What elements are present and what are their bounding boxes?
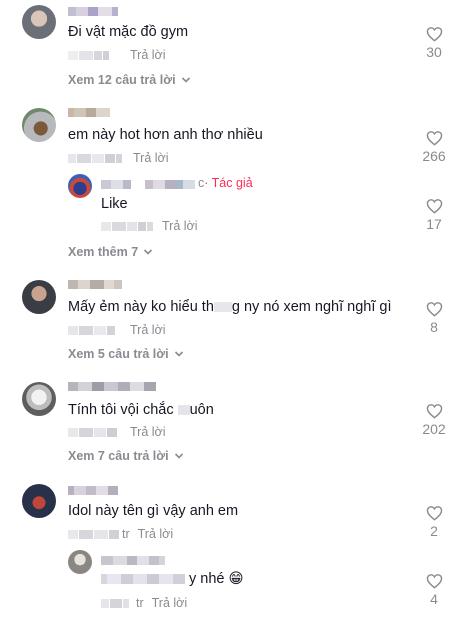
- chevron-down-icon: [181, 77, 190, 83]
- like-count: 8: [430, 319, 438, 335]
- like-button[interactable]: 202: [414, 403, 454, 437]
- reply-avatar[interactable]: [68, 550, 92, 574]
- username-blurred[interactable]: [68, 280, 122, 290]
- view-more-label: Xem thêm 7: [68, 245, 139, 259]
- reply-text: y nhé 😁: [101, 570, 244, 588]
- reply-text: Like: [101, 196, 128, 212]
- meta-prefix: tr: [122, 527, 130, 541]
- reply-meta: tr Trả lời: [101, 596, 187, 610]
- like-button[interactable]: 2: [414, 505, 454, 539]
- view-replies-label: Xem 5 câu trả lời: [68, 347, 169, 361]
- reply-avatar[interactable]: [68, 174, 92, 198]
- username-blurred[interactable]: [68, 7, 118, 17]
- meta-prefix: tr: [136, 596, 144, 610]
- comment-text: em này hot hơn anh thơ nhiều: [68, 127, 263, 143]
- reply-button[interactable]: Trả lời: [130, 48, 166, 62]
- view-replies-button[interactable]: Xem 12 câu trả lời: [68, 73, 191, 87]
- comment-text-part: Tính tôi vội chắc: [68, 402, 178, 418]
- avatar[interactable]: [22, 382, 56, 416]
- reply-meta: Trả lời: [101, 219, 198, 233]
- view-replies-button[interactable]: Xem 7 câu trả lời: [68, 449, 184, 463]
- like-button[interactable]: 266: [414, 130, 454, 164]
- heart-icon: [426, 506, 442, 521]
- comment-meta: Trả lời: [68, 323, 166, 337]
- comment-text-part: uôn: [189, 402, 214, 418]
- username-blurred[interactable]: [68, 382, 156, 392]
- reply-text-part: y nhé 😁: [189, 571, 244, 587]
- reply-button[interactable]: Trả lời: [138, 527, 174, 541]
- comment-text: Mấy ẻm này ko hiểu th g ny nó xem nghĩ ng…: [68, 298, 392, 316]
- like-count: 202: [422, 421, 446, 437]
- view-more-button[interactable]: Xem thêm 7: [68, 245, 153, 259]
- comment-meta: tr Trả lời: [68, 527, 173, 541]
- view-replies-button[interactable]: Xem 5 câu trả lời: [68, 347, 184, 361]
- comment-text-part: Mấy ẻm này ko hiểu th: [68, 299, 214, 315]
- heart-icon: [426, 302, 442, 317]
- heart-icon: [426, 131, 442, 146]
- view-replies-label: Xem 7 câu trả lời: [68, 449, 169, 463]
- comment-text: Đi vật mặc đồ gym: [68, 24, 189, 40]
- comment-text: Idol này tên gì vậy anh em: [68, 503, 239, 519]
- reply-username-blurred[interactable]: c · Tác giả: [101, 175, 253, 190]
- avatar[interactable]: [22, 484, 56, 518]
- like-count: 4: [430, 591, 438, 607]
- like-count: 2: [430, 523, 438, 539]
- like-count: 266: [422, 148, 446, 164]
- heart-icon: [426, 404, 442, 419]
- avatar[interactable]: [22, 108, 56, 142]
- author-badge: · Tác giả: [204, 175, 253, 190]
- like-button[interactable]: 17: [414, 198, 454, 232]
- comment-text: Tính tôi vội chắc uôn: [68, 401, 214, 419]
- avatar[interactable]: [22, 5, 56, 39]
- like-count: 30: [426, 44, 442, 60]
- comment-meta: Trả lời: [68, 48, 166, 62]
- reply-button[interactable]: Trả lời: [130, 323, 166, 337]
- heart-icon: [426, 27, 442, 42]
- chevron-down-icon: [174, 351, 183, 357]
- avatar[interactable]: [22, 280, 56, 314]
- comment-meta: Trả lời: [68, 151, 169, 165]
- reply-username-blurred[interactable]: [101, 556, 165, 566]
- username-blurred[interactable]: [68, 108, 110, 118]
- username-blurred[interactable]: [68, 486, 118, 496]
- like-button[interactable]: 8: [414, 301, 454, 335]
- heart-icon: [426, 199, 442, 214]
- reply-button[interactable]: Trả lời: [152, 596, 188, 610]
- chevron-down-icon: [174, 453, 183, 459]
- like-count: 17: [426, 216, 442, 232]
- reply-button[interactable]: Trả lời: [162, 219, 198, 233]
- reply-button[interactable]: Trả lời: [133, 151, 169, 165]
- comment-meta: Trả lời: [68, 425, 166, 439]
- view-replies-label: Xem 12 câu trả lời: [68, 73, 176, 87]
- reply-button[interactable]: Trả lời: [130, 425, 166, 439]
- chevron-down-icon: [144, 249, 153, 255]
- like-button[interactable]: 4: [414, 573, 454, 607]
- like-button[interactable]: 30: [414, 26, 454, 60]
- comment-text-part: g ny nó xem nghĩ nghĩ gì: [231, 299, 392, 315]
- heart-icon: [426, 574, 442, 589]
